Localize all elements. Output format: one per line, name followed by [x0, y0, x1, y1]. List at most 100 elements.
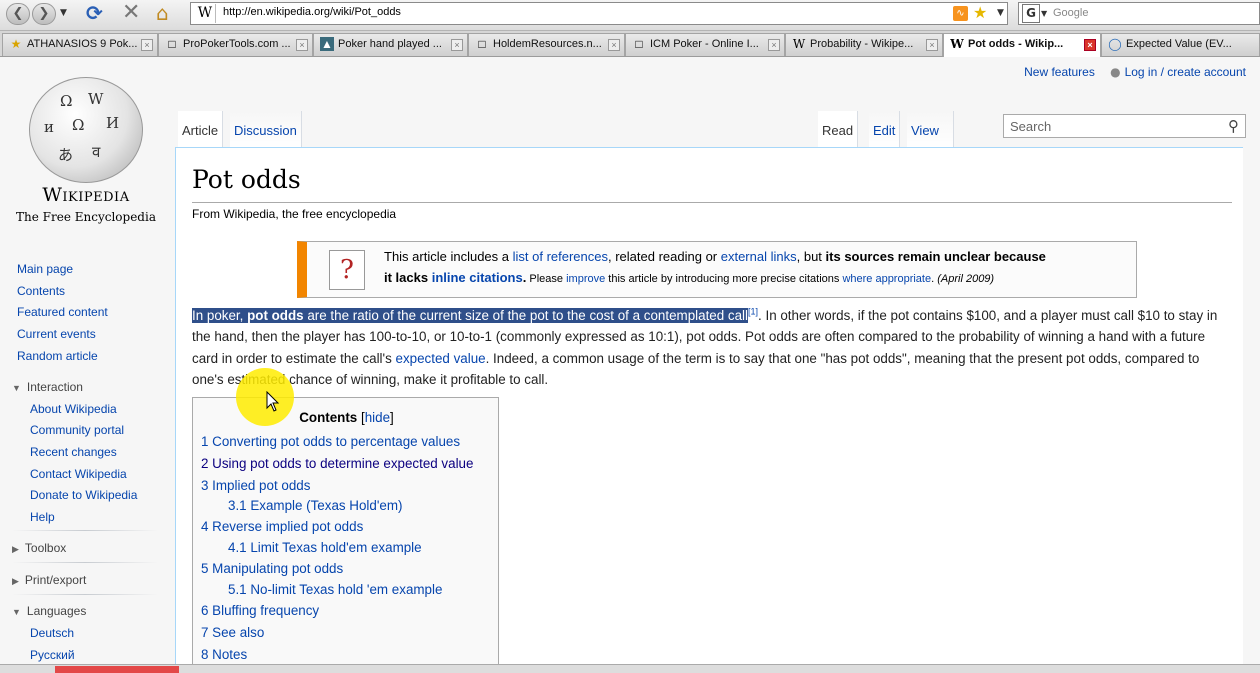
tab-discussion[interactable]: Discussion: [230, 111, 302, 148]
term-bold: pot odds: [247, 308, 304, 323]
sidebar-item-about-wikipedia[interactable]: About Wikipedia: [30, 402, 117, 416]
language-russian[interactable]: Русский: [30, 648, 75, 662]
tab-edit[interactable]: Edit: [869, 111, 901, 148]
home-icon[interactable]: ⌂: [156, 1, 169, 25]
sidebar-item-contact-wikipedia[interactable]: Contact Wikipedia: [30, 467, 127, 481]
wiki-search-placeholder: Search: [1010, 119, 1052, 134]
url-dropdown-icon[interactable]: ▼: [997, 8, 1004, 18]
star-icon[interactable]: ★: [973, 3, 987, 22]
back-button[interactable]: ❮: [6, 3, 30, 25]
tab-title: HoldemResources.n...: [493, 38, 602, 50]
toc-item[interactable]: 6 Bluffing frequency: [201, 603, 319, 618]
history-dropdown-icon[interactable]: ▼: [60, 8, 67, 18]
expanded-triangle-icon: ▼: [12, 383, 21, 393]
sidebar-item-donate[interactable]: Donate to Wikipedia: [30, 488, 137, 502]
wiki-search-input[interactable]: Search ⚲: [1003, 114, 1246, 138]
google-icon[interactable]: G: [1022, 4, 1040, 23]
reload-icon[interactable]: ⟳: [86, 1, 103, 25]
site-subtitle: From Wikipedia, the free encyclopedia: [192, 207, 397, 221]
sidebar-item-current-events[interactable]: Current events: [17, 327, 96, 341]
sidebar-item-community-portal[interactable]: Community portal: [30, 423, 124, 437]
sidebar-item-main-page[interactable]: Main page: [17, 262, 73, 276]
toc-item[interactable]: 2 Using pot odds to determine expected v…: [201, 456, 473, 471]
toc-hide-link[interactable]: hide: [365, 410, 390, 425]
close-tab-icon[interactable]: ×: [608, 39, 620, 51]
sidebar-item-random-article[interactable]: Random article: [17, 349, 98, 363]
page-icon: □: [168, 37, 176, 51]
stop-icon[interactable]: ✕: [122, 0, 140, 25]
sidebar-item-featured-content[interactable]: Featured content: [17, 305, 108, 319]
tab-article[interactable]: Article: [178, 111, 224, 148]
browser-search-box[interactable]: G ▼ Google: [1018, 2, 1260, 25]
expected-value-link[interactable]: expected value: [396, 351, 486, 366]
divider: [12, 594, 158, 595]
close-tab-icon[interactable]: ×: [141, 39, 153, 51]
url-text[interactable]: http://en.wikipedia.org/wiki/Pot_odds: [223, 6, 401, 18]
list-of-references-link[interactable]: list of references: [513, 249, 608, 264]
close-tab-icon[interactable]: ×: [451, 39, 463, 51]
toc-subitem[interactable]: 3.1 Example (Texas Hold'em): [228, 498, 402, 513]
browser-tab[interactable]: □ HoldemResources.n... ×: [468, 33, 625, 56]
question-mark-icon: ?: [329, 250, 365, 290]
tab-read[interactable]: Read: [818, 111, 859, 148]
star-icon: ★: [10, 37, 22, 51]
close-tab-icon[interactable]: ×: [296, 39, 308, 51]
close-tab-icon[interactable]: ×: [926, 39, 938, 51]
notice-text: , but: [796, 249, 826, 264]
toc-subitem[interactable]: 4.1 Limit Texas hold'em example: [228, 540, 422, 555]
search-icon[interactable]: ⚲: [1228, 117, 1239, 135]
wikipedia-tagline: The Free Encyclopedia: [16, 210, 156, 224]
browser-tab[interactable]: ★ ATHANASIOS 9 Pok... ×: [2, 33, 158, 56]
address-bar[interactable]: W http://en.wikipedia.org/wiki/Pot_odds …: [190, 2, 1008, 25]
browser-tab[interactable]: ▲ Poker hand played ... ×: [313, 33, 468, 56]
globe-icon: ◯: [1108, 37, 1122, 51]
toc-title: Contents: [299, 410, 358, 425]
rss-icon[interactable]: ∿: [953, 6, 968, 21]
notice-text: Please: [526, 273, 567, 285]
browser-tab[interactable]: W Probability - Wikipe... ×: [785, 33, 943, 56]
where-appropriate-link[interactable]: where appropriate: [842, 273, 931, 285]
sidebar-section-print-export[interactable]: ▶ Print/export: [12, 573, 86, 587]
inline-citations-link[interactable]: inline citations: [432, 270, 523, 285]
toc-item[interactable]: 3 Implied pot odds: [201, 478, 310, 493]
wikipedia-logo[interactable]: Ω W и Ω И あ व Wikipedia The Free Encyclo…: [16, 73, 156, 233]
toc-item[interactable]: 7 See also: [201, 625, 264, 640]
sidebar-section-toolbox[interactable]: ▶ Toolbox: [12, 541, 66, 555]
sidebar-item-contents[interactable]: Contents: [17, 284, 65, 298]
citation-ref-link[interactable]: [1]: [748, 307, 758, 317]
toc-subitem[interactable]: 5.1 No-limit Texas hold 'em example: [228, 582, 442, 597]
browser-tab[interactable]: ◯ Expected Value (EV...: [1101, 33, 1260, 56]
sidebar-section-interaction[interactable]: ▼ Interaction: [12, 380, 83, 394]
close-tab-icon[interactable]: ×: [768, 39, 780, 51]
article-content: Pot odds From Wikipedia, the free encycl…: [175, 147, 1243, 672]
forward-button[interactable]: ❯: [32, 3, 56, 25]
notice-text: , related reading or: [608, 249, 721, 264]
browser-tab-active[interactable]: W Pot odds - Wikip... ×: [943, 33, 1101, 57]
sidebar-item-recent-changes[interactable]: Recent changes: [30, 445, 117, 459]
section-title: Print/export: [24, 573, 87, 587]
notice-date: (April 2009): [934, 273, 995, 285]
toc-item[interactable]: 8 Notes: [201, 647, 247, 662]
external-links-link[interactable]: external links: [721, 249, 797, 264]
tab-view-history[interactable]: View history: [907, 111, 955, 178]
engine-dropdown-icon[interactable]: ▼: [1041, 9, 1047, 18]
tab-title: Expected Value (EV...: [1126, 38, 1232, 50]
close-tab-icon[interactable]: ×: [1084, 39, 1096, 51]
toc-item[interactable]: 4 Reverse implied pot odds: [201, 519, 363, 534]
browser-tab[interactable]: □ ICM Poker - Online I... ×: [625, 33, 785, 56]
collapsed-triangle-icon: ▶: [12, 576, 19, 586]
toc-item[interactable]: 5 Manipulating pot odds: [201, 561, 343, 576]
toc-item[interactable]: 1 Converting pot odds to percentage valu…: [201, 434, 460, 449]
improve-link[interactable]: improve: [566, 273, 605, 285]
language-deutsch[interactable]: Deutsch: [30, 626, 74, 640]
sidebar-item-help[interactable]: Help: [30, 510, 55, 524]
login-link[interactable]: Log in / create account: [1125, 65, 1246, 79]
paragraph-text: In poker,: [192, 308, 248, 323]
image-icon: ▲: [320, 37, 334, 51]
page-icon: □: [478, 37, 486, 51]
notice-text: This article includes a: [384, 249, 513, 264]
new-features-link[interactable]: New features: [1024, 65, 1095, 79]
browser-tab[interactable]: □ ProPokerTools.com ... ×: [158, 33, 313, 56]
sidebar-section-languages[interactable]: ▼ Languages: [12, 604, 86, 618]
wikipedia-icon: W: [950, 37, 964, 51]
